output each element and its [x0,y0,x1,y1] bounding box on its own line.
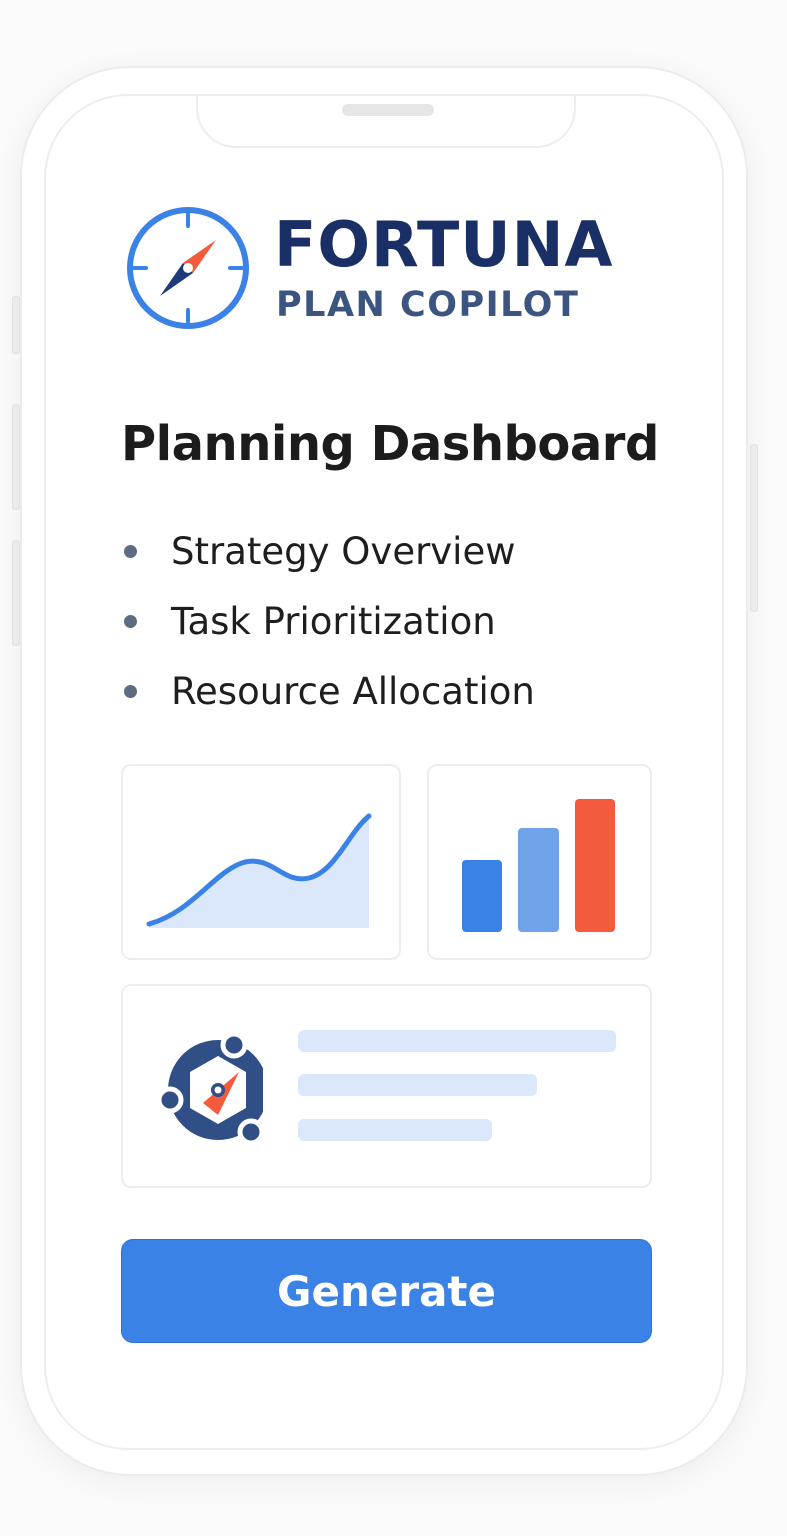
bullet-icon [124,684,137,698]
menu-item-label: Resource Allocation [171,669,535,713]
menu-item-task-prioritization[interactable]: Task Prioritization [124,586,535,656]
copilot-card[interactable] [121,984,652,1188]
planning-menu: Strategy Overview Task Prioritization Re… [124,516,535,726]
phone-notch [196,96,576,148]
phone-side-button-volume-up [12,404,20,510]
page-title: Planning Dashboard [121,416,659,472]
bullet-icon [124,544,137,558]
phone-side-button-volume-down [12,540,20,646]
menu-item-label: Task Prioritization [171,599,496,643]
bar-chart-icon [462,799,615,932]
speaker-grille [342,104,434,116]
bar-1 [462,860,502,932]
bar-2 [518,828,559,932]
skeleton-line-2 [298,1074,537,1096]
bar-chart-card[interactable] [427,764,652,960]
compass-icon [127,207,249,329]
menu-item-strategy-overview[interactable]: Strategy Overview [124,516,535,586]
skeleton-line-3 [298,1119,492,1141]
brand-subtitle: PLAN COPILOT [276,285,580,325]
menu-item-resource-allocation[interactable]: Resource Allocation [124,656,535,726]
area-line-chart-icon [146,813,372,928]
bullet-icon [124,614,137,628]
phone-side-button-power [750,444,758,612]
skeleton-line-1 [298,1030,616,1052]
bar-3 [575,799,615,932]
copilot-hub-icon [156,1031,263,1146]
generate-button[interactable]: Generate [121,1239,652,1343]
phone-side-button-mute [12,296,20,354]
trend-chart-card[interactable] [121,764,401,960]
brand-name: FORTUNA [274,208,614,281]
menu-item-label: Strategy Overview [171,529,516,573]
app-screen: FORTUNA PLAN COPILOT Planning Dashboard … [44,94,724,1450]
